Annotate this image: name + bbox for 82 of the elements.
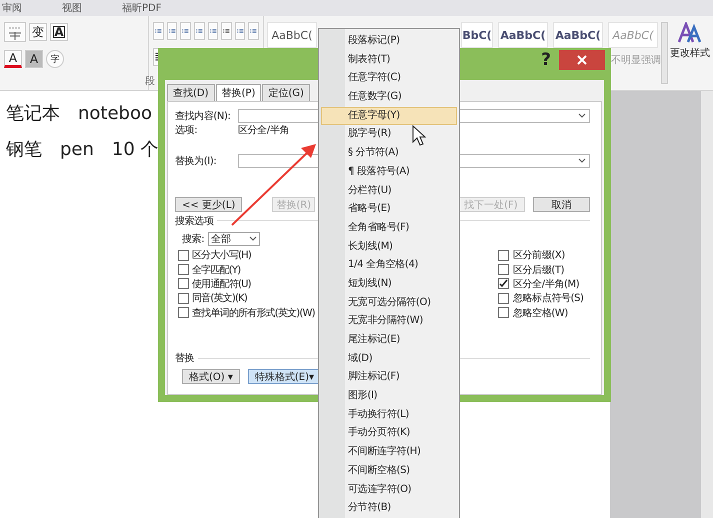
ribbon-tab[interactable]: 福昕PDF bbox=[120, 1, 164, 15]
group-label: 段 bbox=[145, 75, 155, 88]
menu-item[interactable]: 无宽可选分隔符(O) bbox=[321, 294, 457, 312]
styles-icon bbox=[677, 22, 703, 44]
menu-item[interactable]: 手动换行符(L) bbox=[321, 406, 457, 424]
menu-item[interactable]: 全角省略号(F) bbox=[321, 218, 457, 238]
document-text: pen bbox=[60, 138, 94, 160]
close-button[interactable] bbox=[559, 50, 605, 70]
options-value: 区分全/半角 bbox=[238, 124, 289, 136]
dialog-tab[interactable]: 替换(P) bbox=[216, 84, 262, 101]
search-select[interactable]: 全部 bbox=[208, 232, 260, 246]
menu-item[interactable]: 域(D) bbox=[321, 350, 457, 368]
menu-item[interactable]: 短划线(N) bbox=[321, 274, 457, 294]
menu-item[interactable]: 脱字号(R) bbox=[321, 125, 457, 144]
menu-item[interactable]: 无宽非分隔符(W) bbox=[321, 312, 457, 331]
help-button[interactable]: ? bbox=[541, 50, 551, 70]
document-text: noteboo bbox=[78, 102, 152, 124]
dropdown-button[interactable]: 格式(O) ▾ bbox=[182, 368, 240, 384]
toolbar-glyph[interactable]: A bbox=[25, 50, 43, 68]
ribbon-tab[interactable]: 审阅 bbox=[0, 1, 24, 15]
option-checkbox[interactable]: 忽略空格(W) bbox=[498, 306, 584, 320]
style-tile[interactable]: AaBbC( bbox=[553, 22, 603, 48]
styles-scrollbar[interactable] bbox=[661, 22, 668, 84]
list-format-icon[interactable] bbox=[248, 22, 259, 40]
menu-item[interactable]: 脚注标记(F) bbox=[321, 368, 457, 388]
menu-item[interactable]: 省略号(E) bbox=[321, 200, 457, 219]
section-title: 搜索选项 bbox=[175, 214, 214, 228]
dialog-button[interactable]: << 更少(L) bbox=[175, 197, 242, 212]
toolbar-glyph[interactable]: 变 bbox=[29, 23, 47, 41]
document-text: 钢笔 bbox=[6, 138, 42, 161]
dialog-button[interactable]: 取消 bbox=[533, 197, 590, 212]
list-format-icon[interactable] bbox=[153, 22, 164, 40]
style-tile[interactable]: AaBbC( bbox=[267, 22, 317, 48]
list-format-icon[interactable] bbox=[166, 22, 178, 40]
style-tile[interactable]: BbC( bbox=[461, 22, 493, 48]
menu-item[interactable]: 段落标记(P) bbox=[321, 32, 457, 51]
menu-item[interactable]: 图形(I) bbox=[321, 387, 457, 406]
option-checkbox[interactable]: 区分后缀(T) bbox=[498, 262, 584, 277]
dialog-tab[interactable]: 定位(G) bbox=[262, 84, 310, 101]
menu-item[interactable]: 任意数字(G) bbox=[321, 88, 457, 107]
menu-item[interactable]: 任意字母(Y) bbox=[321, 106, 457, 126]
list-format-icon[interactable] bbox=[194, 22, 204, 40]
menu-item[interactable]: 不间断空格(S) bbox=[321, 462, 457, 480]
list-format-icon[interactable] bbox=[221, 22, 232, 40]
mouse-cursor-icon bbox=[412, 124, 426, 146]
document-text: 笔记本 bbox=[6, 102, 60, 125]
toolbar-glyph[interactable]: 字 bbox=[46, 50, 64, 68]
list-format-icon[interactable] bbox=[234, 22, 246, 40]
option-checkbox[interactable]: 区分前缀(X) bbox=[498, 248, 584, 262]
menu-item[interactable]: 长划线(M) bbox=[321, 238, 457, 256]
style-caption: 不明显强调 bbox=[611, 54, 661, 67]
menu-item[interactable]: 任意字符(C) bbox=[321, 69, 457, 88]
document-text: 10 个 bbox=[112, 138, 159, 161]
field-label: 搜索: bbox=[182, 232, 204, 246]
menu-item[interactable]: 1/4 全角空格(4) bbox=[321, 256, 457, 275]
menu-item[interactable]: 分栏符(U) bbox=[321, 182, 457, 200]
list-format-icon[interactable] bbox=[208, 22, 218, 40]
ribbon-tab[interactable]: 视图 bbox=[60, 1, 84, 15]
field-label: 替换为(I): bbox=[175, 154, 218, 168]
menu-item[interactable]: 可选连字符(O) bbox=[321, 480, 457, 500]
toolbar-glyph[interactable]: A bbox=[50, 23, 68, 41]
check-icon bbox=[499, 279, 508, 288]
option-checkbox[interactable]: 忽略标点符号(S) bbox=[498, 291, 584, 306]
menu-item[interactable]: 手动分页符(K) bbox=[321, 424, 457, 444]
option-checkbox[interactable]: 区分全/半角(M) bbox=[498, 276, 584, 292]
close-icon bbox=[577, 55, 587, 65]
menu-item[interactable]: § 分节符(A) bbox=[321, 144, 457, 163]
scrollbar[interactable] bbox=[701, 91, 713, 518]
field-label: 查找内容(N): bbox=[175, 110, 232, 123]
dialog-tab[interactable]: 查找(D) bbox=[167, 84, 215, 101]
menu-item[interactable]: 尾注标记(E) bbox=[321, 331, 457, 350]
change-styles-button[interactable]: 更改样式 bbox=[670, 22, 710, 60]
list-format-icon[interactable] bbox=[180, 22, 191, 40]
menu-item[interactable]: ¶ 段落符号(A) bbox=[321, 162, 457, 182]
options-label: 选项: bbox=[175, 124, 198, 136]
menu-item[interactable]: 分节符(B) bbox=[321, 499, 457, 518]
phonetic-guide-icon[interactable] bbox=[4, 22, 26, 42]
menu-item[interactable]: 不间断连字符(H) bbox=[321, 443, 457, 462]
font-color-button[interactable]: A bbox=[4, 50, 22, 68]
menu-item[interactable]: 制表符(T) bbox=[321, 50, 457, 70]
style-tile[interactable]: AaBbC( bbox=[498, 22, 548, 48]
section-title: 替换 bbox=[175, 352, 194, 366]
